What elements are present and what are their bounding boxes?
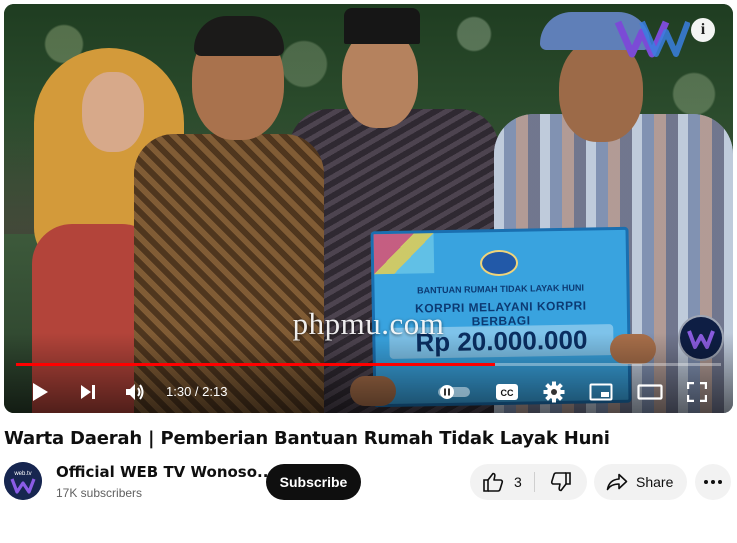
more-horizontal-icon [704, 480, 722, 484]
thumbs-down-icon [550, 472, 571, 492]
video-player[interactable]: BANTUAN RUMAH TIDAK LAYAK HUNI KORPRI ME… [4, 4, 733, 413]
progress-played [16, 363, 496, 366]
svg-text:CC: CC [501, 388, 514, 398]
video-title: Warta Daerah | Pemberian Bantuan Rumah T… [4, 428, 610, 449]
captions-icon: CC [496, 384, 518, 400]
dislike-button[interactable] [535, 464, 587, 500]
korpri-emblem-icon [479, 249, 519, 277]
subscribe-button[interactable]: Subscribe [266, 464, 361, 500]
theater-mode-button[interactable] [632, 376, 668, 408]
controls-gradient [4, 333, 733, 413]
ribbon-decoration [373, 233, 435, 275]
like-button[interactable]: 3 [470, 464, 534, 500]
next-icon [81, 385, 95, 399]
info-icon[interactable]: i [691, 18, 715, 42]
avatar-text: web.tv [13, 471, 31, 477]
share-icon [606, 473, 628, 491]
fullscreen-button[interactable] [680, 376, 714, 408]
share-label: Share [636, 474, 674, 490]
play-icon [33, 383, 48, 401]
like-dislike-group: 3 [470, 464, 587, 500]
signboard-line1: BANTUAN RUMAH TIDAK LAYAK HUNI [417, 282, 585, 296]
thumbs-up-icon [483, 472, 504, 492]
autoplay-toggle-icon [438, 385, 470, 399]
fullscreen-icon [687, 382, 707, 402]
autoplay-toggle[interactable] [434, 376, 474, 408]
theater-icon [637, 384, 663, 400]
captions-button[interactable]: CC [490, 376, 524, 408]
settings-button[interactable] [537, 376, 571, 408]
channel-avatar[interactable]: web.tv [4, 462, 42, 500]
time-display: 1:30 / 2:13 [166, 384, 228, 399]
volume-icon [126, 384, 144, 400]
miniplayer-icon [589, 383, 613, 401]
volume-button[interactable] [118, 376, 152, 408]
share-button[interactable]: Share [594, 464, 687, 500]
channel-logo-icon: web.tv [4, 462, 42, 500]
channel-name[interactable]: Official WEB TV Wonoso... [56, 463, 274, 481]
play-button[interactable] [24, 376, 56, 408]
subscriber-count: 17K subscribers [56, 486, 143, 500]
next-button[interactable] [72, 376, 104, 408]
more-actions-button[interactable] [695, 464, 731, 500]
gear-icon [543, 381, 565, 403]
channel-logo-watermark-icon [614, 20, 690, 58]
progress-bar[interactable] [16, 363, 721, 366]
miniplayer-button[interactable] [584, 376, 618, 408]
like-count: 3 [514, 474, 522, 490]
